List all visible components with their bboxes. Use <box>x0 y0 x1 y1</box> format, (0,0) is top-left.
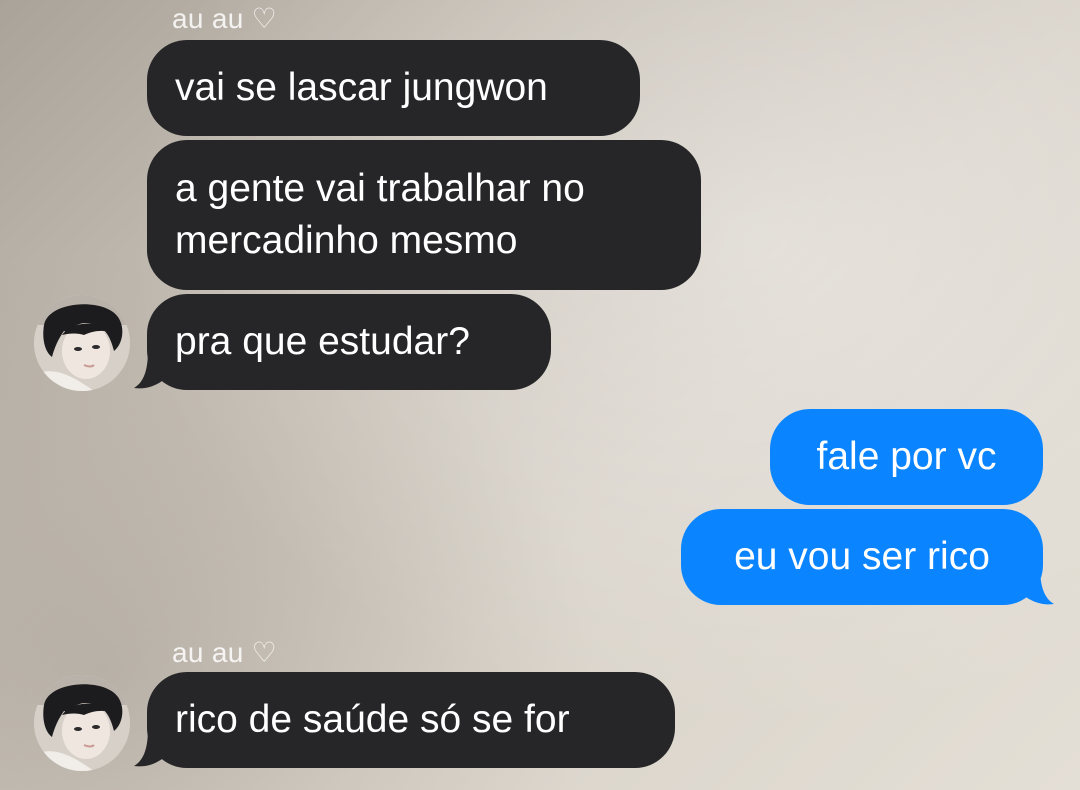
message-text: vai se lascar jungwon <box>175 66 548 109</box>
incoming-message-bubble[interactable]: a gente vai trabalhar no mercadinho mesm… <box>147 140 701 290</box>
sender-name: au au ♡ <box>172 3 278 34</box>
message-text: rico de saúde só se for <box>175 698 570 741</box>
incoming-message-bubble[interactable]: rico de saúde só se for <box>147 672 675 768</box>
contact-avatar-photo <box>34 295 130 391</box>
message-text: eu vou ser rico <box>734 535 990 578</box>
contact-avatar[interactable] <box>34 295 130 391</box>
incoming-message-bubble[interactable]: pra que estudar? <box>147 294 551 390</box>
incoming-message-bubble[interactable]: vai se lascar jungwon <box>147 40 640 136</box>
contact-avatar[interactable] <box>34 675 130 771</box>
message-text: fale por vc <box>816 435 997 478</box>
outgoing-message-bubble[interactable]: eu vou ser rico <box>681 509 1043 605</box>
outgoing-message-bubble[interactable]: fale por vc <box>770 409 1043 505</box>
sender-name: au au ♡ <box>172 637 278 668</box>
contact-avatar-photo <box>34 675 130 771</box>
message-text: pra que estudar? <box>175 320 470 363</box>
message-text: a gente vai trabalhar no mercadinho mesm… <box>175 167 585 262</box>
